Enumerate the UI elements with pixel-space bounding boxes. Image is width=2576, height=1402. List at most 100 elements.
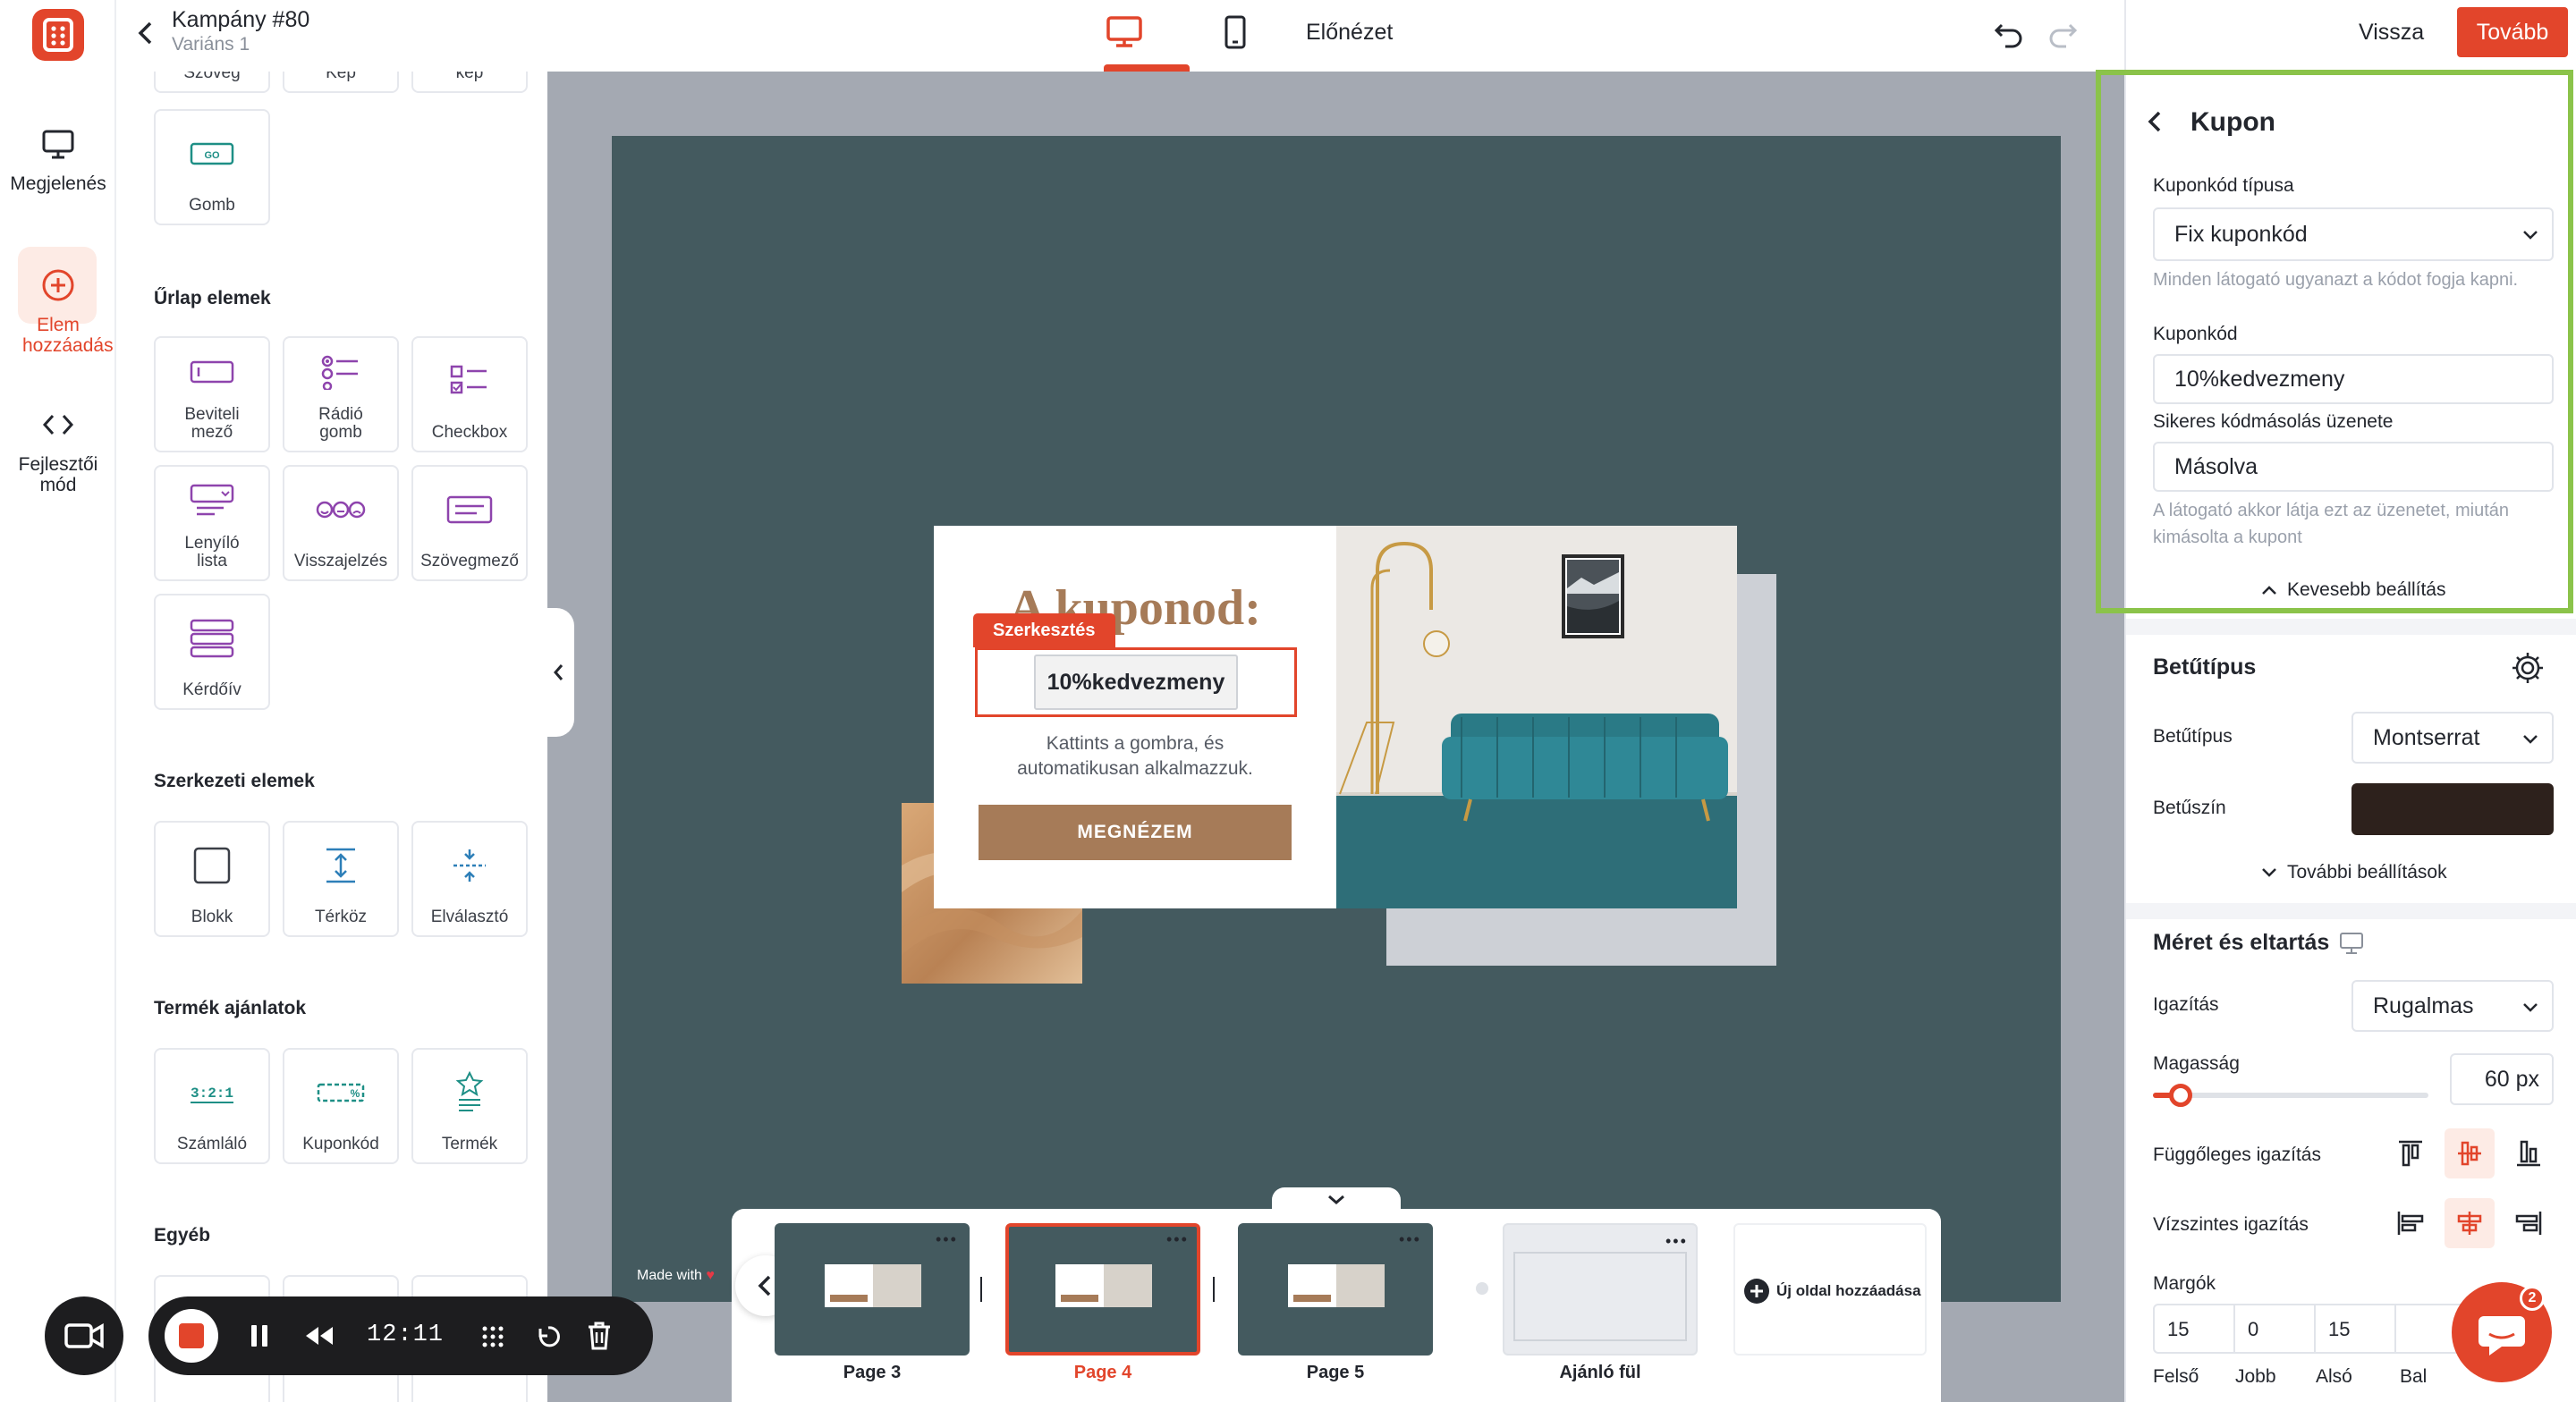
app-logo[interactable]: [32, 9, 84, 61]
heart-icon: ♥: [706, 1268, 715, 1283]
add-page-button[interactable]: Új oldal hozzáadása: [1733, 1223, 1927, 1356]
height-input[interactable]: 60 px: [2450, 1053, 2554, 1105]
next-button[interactable]: Tovább: [2457, 7, 2568, 57]
pause-icon[interactable]: [249, 1323, 270, 1348]
chat-button[interactable]: 2: [2452, 1282, 2552, 1382]
margin-left-label: Bal: [2400, 1366, 2428, 1387]
coupon-code-input[interactable]: 10%kedvezmeny: [2153, 354, 2554, 404]
coupon-icon: %: [284, 1050, 397, 1136]
view-active-indicator: [1104, 64, 1190, 72]
align-center-icon[interactable]: [2445, 1198, 2495, 1248]
margin-bottom-label: Alsó: [2316, 1366, 2352, 1387]
less-settings-label: Kevesebb beállítás: [2287, 579, 2446, 600]
mobile-view-icon[interactable]: [1224, 14, 1247, 50]
alignment-value: Rugalmas: [2373, 992, 2474, 1018]
popup-body-text[interactable]: Kattints a gombra, és automatikusan alka…: [993, 731, 1277, 781]
margin-right-label: Jobb: [2235, 1366, 2276, 1387]
align-right-icon[interactable]: [2504, 1198, 2554, 1248]
coupon-code-box[interactable]: 10%kedvezmeny: [1034, 655, 1238, 710]
edit-tag[interactable]: Szerkesztés: [973, 613, 1115, 647]
rail-appearance[interactable]: Megjelenés: [0, 123, 116, 194]
rewind-icon[interactable]: [304, 1325, 335, 1347]
height-slider-handle[interactable]: [2168, 1084, 2192, 1107]
page-thumb-3[interactable]: •••: [775, 1223, 970, 1356]
alignment-select[interactable]: Rugalmas: [2351, 980, 2554, 1032]
tile-input-field[interactable]: Beviteli mező: [154, 336, 270, 452]
drag-handle-icon[interactable]: [478, 1322, 508, 1352]
campaign-title[interactable]: Kampány #80: [172, 7, 309, 33]
page-thumb-4[interactable]: •••: [1005, 1223, 1200, 1356]
tile-spacer[interactable]: Térköz: [283, 821, 399, 937]
align-bottom-icon[interactable]: [2504, 1128, 2554, 1178]
tile-coupon[interactable]: % Kuponkód: [283, 1048, 399, 1164]
page-label-4[interactable]: Page 4: [1005, 1363, 1200, 1383]
margins-inputs: 15 0 15: [2153, 1304, 2477, 1354]
page-label-5[interactable]: Page 5: [1238, 1363, 1433, 1383]
tile-checkbox[interactable]: Checkbox: [411, 336, 528, 452]
copy-message-input[interactable]: Másolva: [2153, 442, 2554, 492]
tile-textarea[interactable]: Szövegmező: [411, 465, 528, 581]
tile-dropdown-label: Lenyíló lista: [184, 534, 240, 570]
more-dots-icon[interactable]: •••: [1665, 1232, 1688, 1251]
checkbox-icon: [413, 338, 526, 424]
section-back-icon[interactable]: [2144, 107, 2165, 136]
back-button[interactable]: Vissza: [2359, 20, 2424, 46]
trash-icon[interactable]: [585, 1320, 614, 1352]
section-other: Egyéb: [154, 1225, 211, 1246]
less-settings-toggle[interactable]: Kevesebb beállítás: [2260, 579, 2445, 601]
align-left-icon[interactable]: [2385, 1198, 2436, 1248]
margin-top-input[interactable]: 15: [2155, 1305, 2235, 1352]
preview-button[interactable]: Előnézet: [1306, 20, 1393, 46]
height-slider-track[interactable]: [2153, 1084, 2428, 1107]
rail-add-element-label: Elem hozzáadás: [22, 315, 114, 356]
coupon-type-select[interactable]: Fix kuponkód: [2153, 207, 2554, 261]
tile-survey[interactable]: Kérdőív: [154, 594, 270, 710]
stop-record-button[interactable]: [165, 1309, 218, 1363]
tile-block[interactable]: Blokk: [154, 821, 270, 937]
tile-dropdown[interactable]: Lenyíló lista: [154, 465, 270, 581]
page-label-teaser[interactable]: Ajánló fül: [1503, 1363, 1698, 1383]
tile-block-label: Blokk: [191, 908, 233, 926]
tile-divider[interactable]: Elválasztó: [411, 821, 528, 937]
more-dots-icon[interactable]: •••: [1166, 1230, 1189, 1249]
coupon-type-value: Fix kuponkód: [2174, 221, 2308, 247]
font-select[interactable]: Montserrat: [2351, 712, 2554, 764]
gear-icon[interactable]: [2509, 649, 2546, 687]
coupon-type-label: Kuponkód típusa: [2153, 175, 2294, 196]
page-label-3[interactable]: Page 3: [775, 1363, 970, 1383]
tile-spacer-label: Térköz: [314, 908, 368, 926]
top-bar: Kampány #80 Variáns 1 Előnézet: [116, 0, 2124, 72]
margin-right-input[interactable]: 0: [2235, 1305, 2316, 1352]
page-thumb-5[interactable]: •••: [1238, 1223, 1433, 1356]
page-separator: [980, 1277, 982, 1302]
spacer-icon: [284, 823, 397, 908]
popup-cta-button[interactable]: MEGNÉZEM: [979, 805, 1292, 860]
more-settings-toggle[interactable]: További beállítások: [2260, 862, 2447, 883]
align-top-icon[interactable]: [2385, 1128, 2436, 1178]
tile-product[interactable]: Termék: [411, 1048, 528, 1164]
collapse-panel-tab[interactable]: [547, 608, 574, 737]
redo-icon[interactable]: [2046, 18, 2079, 50]
popup-room-image[interactable]: [1336, 526, 1737, 908]
rail-dev-mode-label: Fejlesztői mód: [18, 454, 98, 495]
tile-counter[interactable]: 3:2:1 Számláló: [154, 1048, 270, 1164]
tile-feedback[interactable]: Visszajelzés: [283, 465, 399, 581]
back-arrow-icon[interactable]: [134, 18, 156, 48]
radio-icon: [284, 338, 397, 406]
button-icon: GO: [156, 111, 268, 197]
tile-radio[interactable]: Rádió gomb: [283, 336, 399, 452]
undo-icon[interactable]: [1993, 18, 2025, 50]
rail-dev-mode[interactable]: Fejlesztői mód: [0, 404, 116, 495]
more-dots-icon[interactable]: •••: [1399, 1230, 1421, 1249]
tile-button[interactable]: GO Gomb: [154, 109, 270, 225]
counter-chip-text: 3:2:1: [191, 1085, 233, 1102]
more-dots-icon[interactable]: •••: [936, 1230, 958, 1249]
align-middle-icon[interactable]: [2445, 1128, 2495, 1178]
rail-add-element[interactable]: Elem hozzáadás: [0, 265, 116, 356]
camera-button[interactable]: [45, 1296, 123, 1375]
desktop-view-icon[interactable]: [1104, 14, 1145, 48]
font-color-swatch[interactable]: [2351, 783, 2554, 835]
restart-icon[interactable]: [533, 1322, 564, 1352]
margin-bottom-input[interactable]: 15: [2316, 1305, 2396, 1352]
page-thumb-teaser[interactable]: •••: [1503, 1223, 1698, 1356]
